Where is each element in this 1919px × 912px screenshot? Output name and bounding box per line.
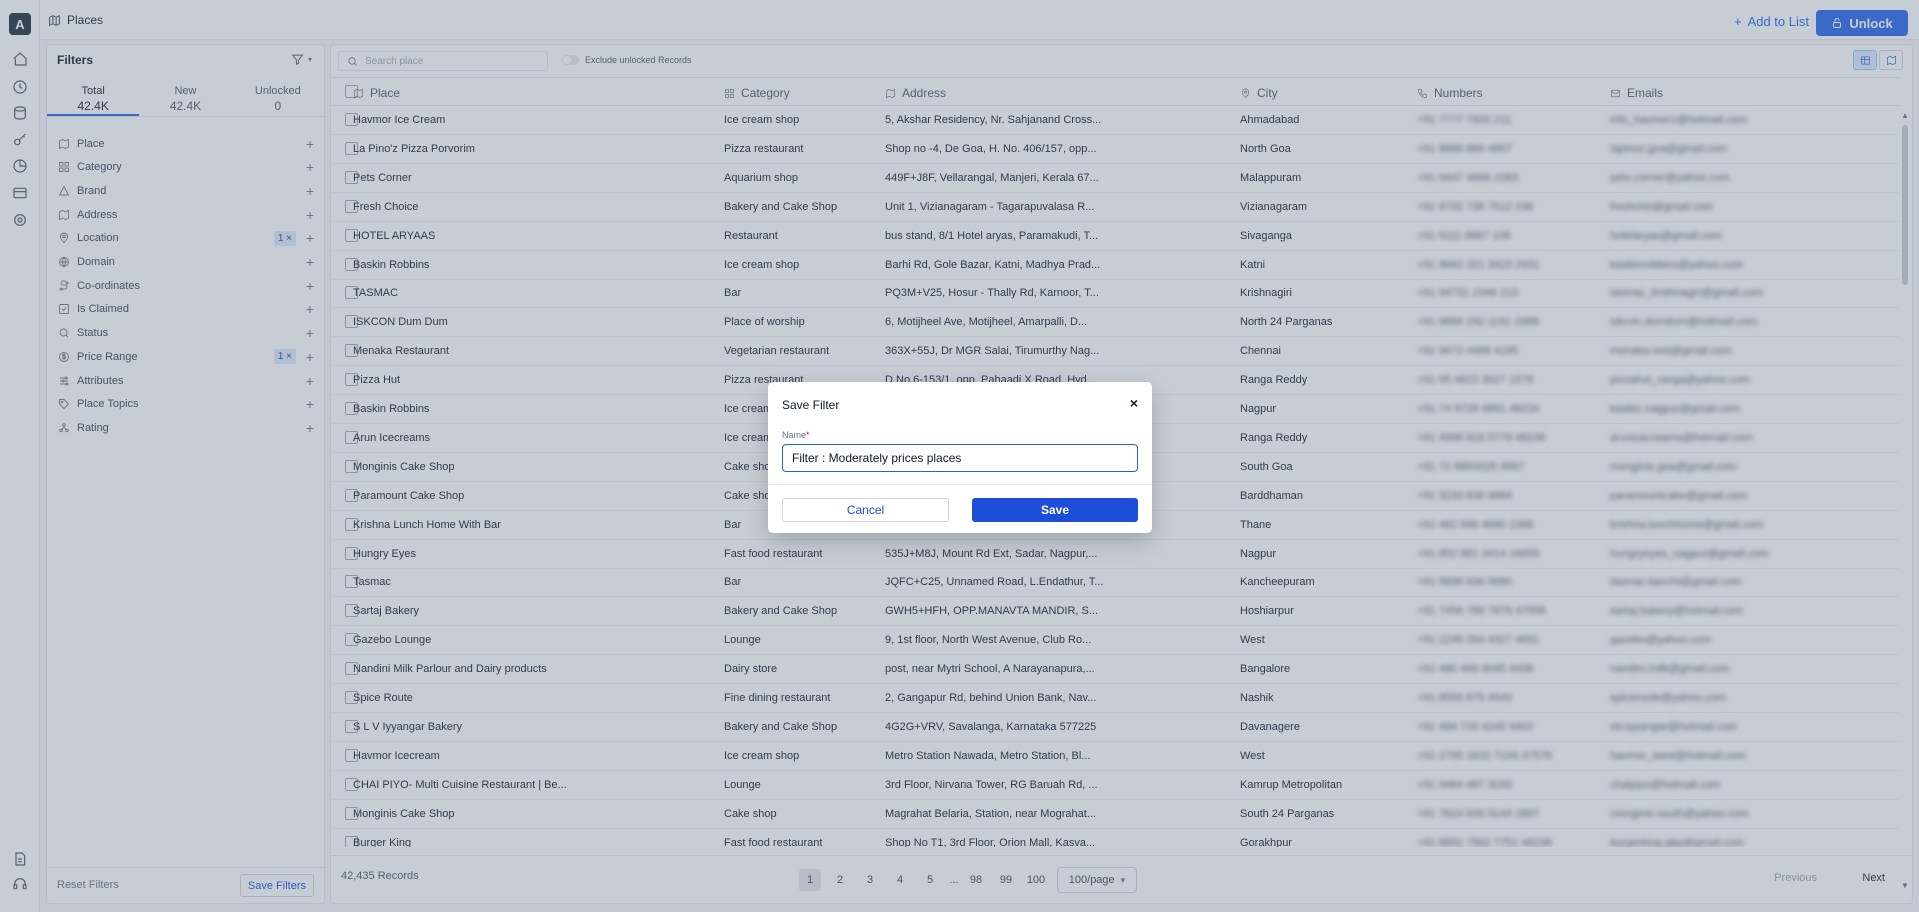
name-label: Name* xyxy=(782,430,810,440)
required-mark: * xyxy=(806,430,810,440)
filter-name-input[interactable]: Filter : Moderately prices places xyxy=(782,444,1138,472)
save-button[interactable]: Save xyxy=(972,498,1138,522)
app-root: A Places + Add to List Unlock Filters ▾ xyxy=(0,0,1919,912)
close-icon[interactable]: × xyxy=(1130,395,1138,411)
dialog-title: Save Filter xyxy=(782,398,840,412)
dialog-divider xyxy=(768,484,1152,485)
save-filter-dialog: Save Filter × Name* Filter : Moderately … xyxy=(768,382,1152,533)
name-label-text: Name xyxy=(782,430,807,440)
cancel-button[interactable]: Cancel xyxy=(782,498,949,522)
